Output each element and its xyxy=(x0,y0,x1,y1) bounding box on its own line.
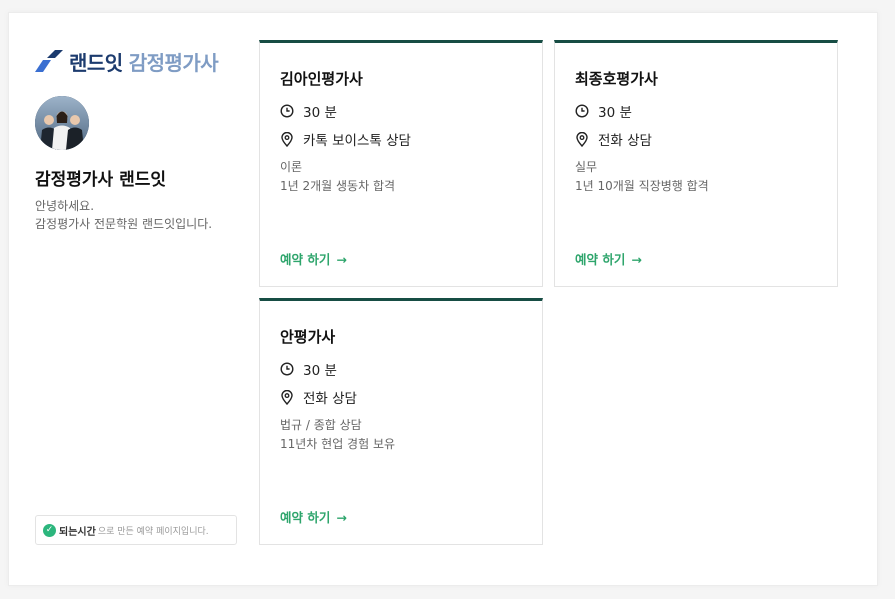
duration-row: 30 분 xyxy=(575,101,632,121)
duration-row: 30 분 xyxy=(280,359,337,379)
appraiser-description: 법규 / 종합 상담 11년차 현업 경험 보유 xyxy=(280,416,395,454)
method-text: 카톡 보이스톡 상담 xyxy=(303,133,411,149)
appraiser-card: 최종호평가사 30 분 전화 상담 실무 1년 10개월 직장병행 합격 예약 … xyxy=(554,40,838,287)
appraiser-name: 최종호평가사 xyxy=(575,70,658,88)
profile-sidebar: 랜드잇 감정평가사 감정평가사 랜드잇 안녕하세요. 감정평가사 전문학원 랜드… xyxy=(35,13,245,585)
book-label: 예약 하기 xyxy=(280,510,331,525)
book-button[interactable]: 예약 하기 → xyxy=(280,249,347,268)
avatar-photo-icon xyxy=(35,96,89,150)
method-row: 카톡 보이스톡 상담 xyxy=(280,129,411,149)
profile-greeting: 안녕하세요. xyxy=(35,199,95,213)
book-button[interactable]: 예약 하기 → xyxy=(280,507,347,526)
badge-brand: 되는시간 xyxy=(59,526,96,538)
check-circle-icon: ✓ xyxy=(43,523,56,537)
badge-text: 으로 만든 예약 페이지입니다. xyxy=(97,526,209,537)
appraiser-card: 안평가사 30 분 전화 상담 법규 / 종합 상담 11년차 현업 경험 보유… xyxy=(259,298,543,545)
landit-logo: 랜드잇 감정평가사 xyxy=(35,48,219,75)
clock-icon xyxy=(575,104,589,118)
appraiser-category: 법규 / 종합 상담 xyxy=(280,418,362,432)
location-pin-icon xyxy=(281,389,293,405)
arrow-right-icon: → xyxy=(336,510,347,525)
logo-text-sub: 감정평가사 xyxy=(128,50,219,75)
profile-description: 안녕하세요. 감정평가사 전문학원 랜드잇입니다. xyxy=(35,197,212,233)
method-row: 전화 상담 xyxy=(575,129,652,149)
arrow-right-icon: → xyxy=(336,252,347,267)
book-label: 예약 하기 xyxy=(575,252,626,267)
book-label: 예약 하기 xyxy=(280,252,331,267)
duration-text: 30 분 xyxy=(303,105,337,121)
appraiser-name: 김아인평가사 xyxy=(280,70,363,88)
appraiser-category: 실무 xyxy=(575,160,598,174)
appraiser-name: 안평가사 xyxy=(280,328,336,346)
clock-icon xyxy=(280,362,294,376)
appraiser-experience: 1년 10개월 직장병행 합격 xyxy=(575,179,709,193)
profile-name: 감정평가사 랜드잇 xyxy=(35,170,167,190)
booking-page-panel: 랜드잇 감정평가사 감정평가사 랜드잇 안녕하세요. 감정평가사 전문학원 랜드… xyxy=(8,12,878,586)
logo-text-main: 랜드잇 xyxy=(69,50,123,75)
duration-row: 30 분 xyxy=(280,101,337,121)
powered-by-badge[interactable]: ✓ 되는시간 으로 만든 예약 페이지입니다. xyxy=(35,515,237,545)
appraiser-category: 이론 xyxy=(280,160,303,174)
location-pin-icon xyxy=(281,131,293,147)
appraiser-card: 김아인평가사 30 분 카톡 보이스톡 상담 이론 1년 2개월 생동차 합격 … xyxy=(259,40,543,287)
profile-intro: 감정평가사 전문학원 랜드잇입니다. xyxy=(35,217,213,231)
duration-text: 30 분 xyxy=(303,363,337,379)
arrow-right-icon: → xyxy=(631,252,642,267)
method-text: 전화 상담 xyxy=(598,133,652,149)
clock-icon xyxy=(280,104,294,118)
appraiser-experience: 1년 2개월 생동차 합격 xyxy=(280,179,396,193)
appraiser-description: 이론 1년 2개월 생동차 합격 xyxy=(280,158,395,196)
appraiser-experience: 11년차 현업 경험 보유 xyxy=(280,437,396,451)
method-row: 전화 상담 xyxy=(280,387,357,407)
location-pin-icon xyxy=(576,131,588,147)
book-button[interactable]: 예약 하기 → xyxy=(575,249,642,268)
avatar xyxy=(35,96,89,150)
method-text: 전화 상담 xyxy=(303,391,357,407)
appraiser-description: 실무 1년 10개월 직장병행 합격 xyxy=(575,158,709,196)
duration-text: 30 분 xyxy=(598,105,632,121)
logo-mark-icon xyxy=(35,50,63,72)
